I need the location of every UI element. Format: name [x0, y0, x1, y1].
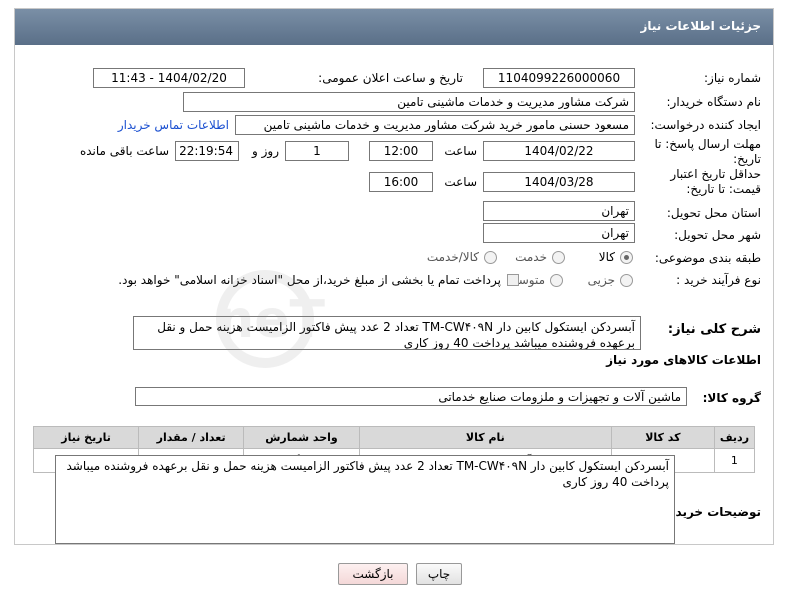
validity-label: حداقل تاریخ اعتبار قیمت: تا تاریخ:	[670, 167, 761, 196]
city-field: تهران	[483, 223, 635, 243]
need-number-field: 1104099226000060	[483, 68, 635, 88]
announce-field: 1404/02/20 - 11:43	[93, 68, 245, 88]
col-quantity: تعداد / مقدار	[138, 426, 245, 449]
buyer-org-label: نام دستگاه خریدار:	[666, 95, 762, 109]
summary-label: شرح کلی نیاز:	[667, 322, 761, 337]
days-field: 1	[285, 141, 349, 161]
province-label: استان محل تحویل:	[666, 206, 761, 220]
city-label: شهر محل تحویل:	[674, 228, 761, 242]
category-radio-goods[interactable]	[620, 251, 633, 264]
validity-date-field: 1404/03/28	[483, 172, 635, 192]
col-item-code: کد کالا	[610, 426, 715, 449]
process-option-minor: جزیی	[587, 273, 615, 287]
col-unit: واحد شمارش	[243, 426, 360, 449]
buyer-org-field: شرکت مشاور مدیریت و خدمات ماشینی تامین	[183, 92, 635, 112]
cell-row-number: 1	[713, 448, 756, 473]
category-radio-goods-service[interactable]	[484, 251, 497, 264]
process-label: نوع فرآیند خرید :	[676, 273, 761, 287]
category-label: طبقه بندی موضوعی:	[654, 251, 761, 265]
process-radio-minor[interactable]	[620, 274, 633, 287]
col-row-number: ردیف	[713, 426, 756, 449]
goods-group-field: ماشین آلات و تجهیزات و ملزومات صنایع خدم…	[135, 387, 687, 406]
payment-note: پرداخت تمام یا بخشی از مبلغ خرید،از محل …	[118, 273, 501, 287]
buyer-notes-field: آبسردکن ایستکول کابین دار TM-CW۴۰۹N تعدا…	[55, 455, 675, 544]
main-panel: جزئیات اطلاعات نیاز شماره نیاز: 11040992…	[14, 8, 774, 545]
category-option-goods: کالا	[598, 250, 615, 264]
category-option-service: خدمت	[515, 250, 547, 264]
goods-section-title: اطلاعات کالاهای مورد نیاز	[606, 353, 761, 367]
deadline-time-word: ساعت	[444, 144, 477, 158]
announce-label: تاریخ و ساعت اعلان عمومی:	[318, 71, 463, 85]
deadline-label: مهلت ارسال پاسخ: تا تاریخ:	[654, 137, 761, 166]
print-button[interactable]: چاپ	[416, 563, 462, 585]
goods-group-label: گروه کالا:	[702, 391, 761, 405]
validity-time-field: 16:00	[369, 172, 433, 192]
need-number-label: شماره نیاز:	[704, 71, 761, 85]
deadline-time-field: 12:00	[369, 141, 433, 161]
category-option-goods-service: کالا/خدمت	[426, 250, 479, 264]
panel-header: جزئیات اطلاعات نیاز	[15, 9, 773, 45]
day-word: روز و	[252, 144, 279, 158]
back-button[interactable]: بازگشت	[338, 563, 408, 585]
payment-checkbox[interactable]	[507, 274, 519, 286]
remaining-word: ساعت باقی مانده	[79, 144, 169, 158]
col-need-date: تاریخ نیاز	[32, 426, 140, 449]
requester-label: ایجاد کننده درخواست:	[650, 118, 761, 132]
remaining-time-field: 22:19:54	[175, 141, 239, 161]
summary-field: آبسردکن ایستکول کابین دار TM-CW۴۰۹N تعدا…	[133, 316, 641, 350]
requester-field: مسعود حسنی مامور خرید شرکت مشاور مدیریت …	[235, 115, 635, 135]
process-radio-medium[interactable]	[550, 274, 563, 287]
category-radio-service[interactable]	[552, 251, 565, 264]
deadline-date-field: 1404/02/22	[483, 141, 635, 161]
contact-info-link[interactable]: اطلاعات تماس خریدار	[118, 118, 229, 132]
validity-time-word: ساعت	[444, 175, 477, 189]
province-field: تهران	[483, 201, 635, 221]
col-item-name: نام کالا	[358, 426, 612, 449]
items-table-header: ردیف کد کالا نام کالا واحد شمارش تعداد /…	[32, 426, 756, 449]
